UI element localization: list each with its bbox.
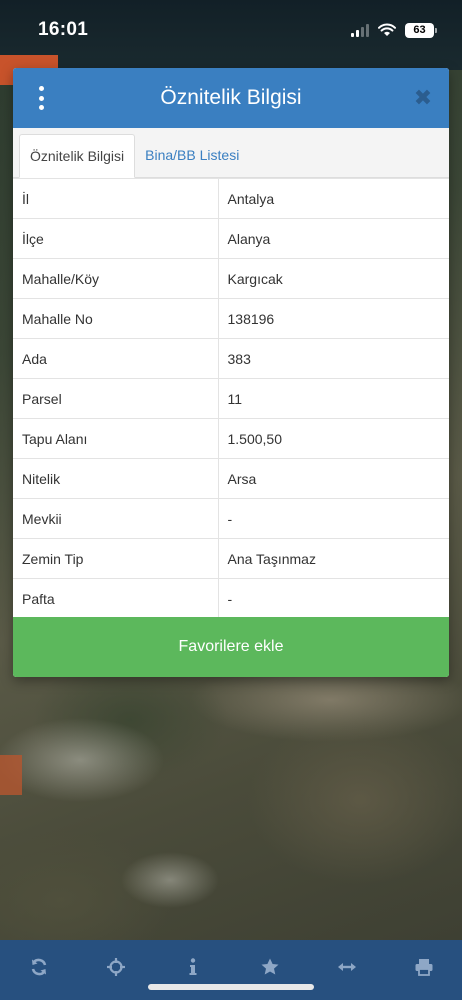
attribute-value: Alanya (217, 218, 449, 259)
attribute-value: Ana Taşınmaz (217, 538, 449, 579)
home-indicator[interactable] (148, 984, 314, 990)
table-row: Nitelik Arsa (13, 458, 449, 499)
attribute-key: Mevkii (13, 498, 219, 539)
refresh-button[interactable] (19, 947, 59, 987)
more-options-icon[interactable] (31, 86, 51, 110)
cellular-signal-icon (351, 23, 369, 37)
attribute-key: Mahalle/Köy (13, 258, 219, 299)
attribute-key: Ada (13, 338, 219, 379)
wifi-icon (378, 23, 396, 36)
dialog-header: Öznitelik Bilgisi ✖ (13, 68, 449, 128)
table-row: Mahalle/Köy Kargıcak (13, 258, 449, 299)
status-indicators: 63 (351, 22, 437, 38)
attribute-value: - (217, 578, 449, 619)
attribute-key: İl (13, 178, 219, 219)
bottom-toolbar (0, 940, 462, 1000)
add-to-favorites-button[interactable]: Favorilere ekle (13, 617, 449, 677)
favorites-button[interactable] (250, 947, 290, 987)
attribute-key: Pafta (13, 578, 219, 619)
table-row: Mevkii - (13, 498, 449, 539)
attribute-value: Arsa (217, 458, 449, 499)
attribute-key: Parsel (13, 378, 219, 419)
attribute-value: 138196 (217, 298, 449, 339)
tab-attribute-info[interactable]: Öznitelik Bilgisi (19, 134, 136, 178)
tab-building-list[interactable]: Bina/BB Listesi (135, 133, 249, 177)
table-row: Zemin Tip Ana Taşınmaz (13, 538, 449, 579)
refresh-icon (31, 958, 46, 976)
status-bar: 16:01 63 (0, 0, 462, 60)
table-row: Parsel 11 (13, 378, 449, 419)
info-button[interactable] (173, 947, 213, 987)
attribute-value: Kargıcak (217, 258, 449, 299)
dialog-tabs: Öznitelik Bilgisi Bina/BB Listesi (13, 128, 449, 178)
attribute-value: Antalya (217, 178, 449, 219)
battery-icon: 63 (405, 22, 437, 38)
star-icon (261, 958, 278, 975)
close-icon[interactable]: ✖ (411, 86, 435, 110)
table-row: İl Antalya (13, 178, 449, 219)
attribute-key: İlçe (13, 218, 219, 259)
measure-button[interactable] (327, 947, 367, 987)
map-layer-patch (0, 755, 22, 795)
crosshair-icon (106, 958, 125, 976)
table-row: Tapu Alanı 1.500,50 (13, 418, 449, 459)
attribute-value: 1.500,50 (217, 418, 449, 459)
attribute-key: Mahalle No (13, 298, 219, 339)
attribute-value: 11 (217, 378, 449, 419)
table-row: Pafta - (13, 578, 449, 619)
locate-button[interactable] (96, 947, 136, 987)
attribute-key: Nitelik (13, 458, 219, 499)
measure-icon (337, 963, 356, 971)
attribute-key: Tapu Alanı (13, 418, 219, 459)
status-time: 16:01 (38, 19, 89, 40)
battery-level: 63 (413, 24, 426, 36)
attribute-value: - (217, 498, 449, 539)
attribute-dialog: Öznitelik Bilgisi ✖ Öznitelik Bilgisi Bi… (13, 68, 449, 677)
table-row: Ada 383 (13, 338, 449, 379)
table-row: İlçe Alanya (13, 218, 449, 259)
info-icon (189, 958, 196, 975)
table-row: Mahalle No 138196 (13, 298, 449, 339)
dialog-title: Öznitelik Bilgisi (160, 86, 302, 109)
print-button[interactable] (404, 947, 444, 987)
attribute-key: Zemin Tip (13, 538, 219, 579)
attribute-table: İl Antalya İlçe Alanya Mahalle/Köy Kargıcak… (13, 178, 449, 619)
print-icon (415, 959, 432, 976)
attribute-value: 383 (217, 338, 449, 379)
